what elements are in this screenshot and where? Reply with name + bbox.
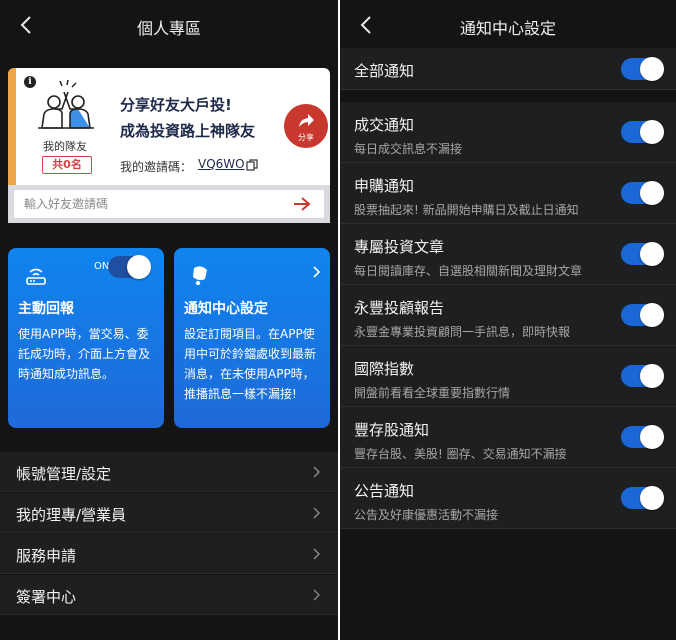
menu-item-service-application[interactable]: 服務申請 bbox=[0, 534, 338, 574]
setting-row-announcement: 公告通知 公告及好康優惠活動不漏接 bbox=[340, 468, 676, 529]
page-title: 通知中心設定 bbox=[459, 19, 556, 38]
share-arrow-icon bbox=[299, 114, 314, 127]
referral-card: i 我的隊友 共0名 分享好友大戶投! 成為投資路上神隊友 我的邀請碼： VQ6… bbox=[8, 68, 330, 185]
chevron-right-icon bbox=[313, 266, 320, 278]
nav-bar: 個人專區 bbox=[0, 0, 338, 52]
setting-toggle[interactable] bbox=[621, 425, 664, 449]
setting-desc: 股票抽起來! 新品開始申購日及截止日通知 bbox=[354, 203, 579, 217]
setting-title: 全部通知 bbox=[354, 62, 415, 80]
chevron-right-icon bbox=[313, 507, 320, 519]
share-label: 分享 bbox=[298, 133, 314, 142]
setting-toggle[interactable] bbox=[621, 364, 664, 388]
setting-desc: 開盤前看看全球重要指數行情 bbox=[354, 386, 511, 400]
toggle-knob bbox=[640, 57, 664, 81]
team-count-badge: 共0名 bbox=[42, 156, 92, 174]
menu-item-label: 帳號管理/設定 bbox=[16, 465, 112, 483]
setting-toggle[interactable] bbox=[621, 242, 664, 266]
setting-desc: 永豐金專業投資顧問一手訊息，即時快報 bbox=[354, 325, 571, 339]
copy-icon[interactable] bbox=[246, 159, 258, 171]
toggle-knob bbox=[640, 425, 664, 449]
setting-toggle[interactable] bbox=[621, 181, 664, 205]
setting-title: 專屬投資文章 bbox=[354, 238, 445, 256]
page-title: 個人專區 bbox=[136, 19, 201, 38]
referral-headline-1: 分享好友大戶投! bbox=[120, 96, 232, 114]
setting-title: 永豐投顧報告 bbox=[354, 299, 445, 317]
setting-desc: 豐存台股、美股! 圈存、交易通知不漏接 bbox=[354, 447, 567, 461]
invite-code-label: 我的邀請碼： bbox=[120, 160, 193, 174]
chevron-right-icon bbox=[313, 466, 320, 478]
all-notifications-toggle[interactable] bbox=[621, 57, 664, 81]
setting-title: 公告通知 bbox=[354, 482, 415, 500]
setting-title: 申購通知 bbox=[354, 177, 415, 195]
menu-item-account-settings[interactable]: 帳號管理/設定 bbox=[0, 452, 338, 492]
setting-toggle[interactable] bbox=[621, 120, 664, 144]
push-report-title: 主動回報 bbox=[18, 301, 74, 317]
setting-toggle[interactable] bbox=[621, 486, 664, 510]
push-report-toggle[interactable] bbox=[108, 255, 151, 279]
setting-desc: 每日成交訊息不漏接 bbox=[354, 142, 463, 156]
setting-title: 成交通知 bbox=[354, 116, 415, 134]
chevron-right-icon bbox=[313, 548, 320, 560]
all-notifications-row: 全部通知 bbox=[340, 48, 676, 90]
nav-bar: 通知中心設定 bbox=[340, 0, 676, 52]
notification-settings-card[interactable]: 通知中心設定 設定訂閱項目。在APP使用中可於鈴鐺處收到最新消息，在未使用APP… bbox=[174, 248, 330, 428]
push-report-card[interactable]: ON 主動回報 使用APP時，當交易、委託成功時，介面上方會及時通知成功訊息。 bbox=[8, 248, 164, 428]
setting-row-articles: 專屬投資文章 每日閱讀庫存、自選股相關新聞及理財文章 bbox=[340, 224, 676, 285]
menu-item-label: 我的理專/營業員 bbox=[16, 506, 127, 524]
setting-row-advisory-report: 永豐投顧報告 永豐金專業投資顧問一手訊息，即時快報 bbox=[340, 285, 676, 346]
setting-desc: 公告及好康優惠活動不漏接 bbox=[354, 508, 499, 522]
profile-screen: 個人專區 i 我的隊友 共0名 分享好友大戶投! 成為投資路上神隊友 我的邀請碼… bbox=[0, 0, 338, 640]
notification-settings-title: 通知中心設定 bbox=[184, 301, 268, 317]
bell-icon bbox=[193, 266, 207, 286]
notification-settings-desc: 設定訂閱項目。在APP使用中可於鈴鐺處收到最新消息，在未使用APP時，推播訊息一… bbox=[184, 327, 317, 401]
push-report-desc: 使用APP時，當交易、委託成功時，介面上方會及時通知成功訊息。 bbox=[18, 327, 151, 381]
toggle-knob bbox=[640, 303, 664, 327]
toggle-knob bbox=[640, 120, 664, 144]
setting-row-trade: 成交通知 每日成交訊息不漏接 bbox=[340, 102, 676, 163]
referral-headline-2: 成為投資路上神隊友 bbox=[120, 122, 256, 140]
menu-item-advisor[interactable]: 我的理專/營業員 bbox=[0, 493, 338, 533]
setting-desc: 每日閱讀庫存、自選股相關新聞及理財文章 bbox=[354, 264, 583, 278]
notification-center-screen: 通知中心設定 全部通知 成交通知 每日成交訊息不漏接 申購通知 股票抽起來! 新… bbox=[340, 0, 676, 640]
share-button[interactable]: 分享 bbox=[284, 104, 328, 148]
setting-row-subscription: 申購通知 股票抽起來! 新品開始申購日及截止日通知 bbox=[340, 163, 676, 224]
setting-title: 國際指數 bbox=[354, 360, 415, 378]
toggle-knob bbox=[640, 181, 664, 205]
setting-row-international-index: 國際指數 開盤前看看全球重要指數行情 bbox=[340, 346, 676, 407]
toggle-knob bbox=[640, 242, 664, 266]
menu-item-label: 服務申請 bbox=[16, 547, 77, 565]
my-team-label: 我的隊友 bbox=[43, 140, 87, 153]
toggle-knob bbox=[640, 364, 664, 388]
menu-item-signing-center[interactable]: 簽署中心 bbox=[0, 575, 338, 615]
toggle-knob bbox=[640, 486, 664, 510]
chevron-right-icon bbox=[313, 589, 320, 601]
teammates-icon bbox=[38, 80, 94, 129]
setting-row-stock-saving: 豐存股通知 豐存台股、美股! 圈存、交易通知不漏接 bbox=[340, 407, 676, 468]
toggle-knob bbox=[127, 255, 151, 279]
menu-item-label: 簽署中心 bbox=[16, 588, 77, 606]
invite-input-bar bbox=[8, 185, 330, 223]
setting-toggle[interactable] bbox=[621, 303, 664, 327]
card-accent-stripe bbox=[8, 68, 16, 185]
setting-title: 豐存股通知 bbox=[354, 421, 430, 439]
invite-code[interactable]: VQ6WO bbox=[198, 157, 245, 171]
friend-invite-code-input[interactable] bbox=[14, 190, 324, 218]
submit-arrow-icon[interactable] bbox=[292, 196, 312, 212]
router-icon bbox=[26, 268, 46, 285]
